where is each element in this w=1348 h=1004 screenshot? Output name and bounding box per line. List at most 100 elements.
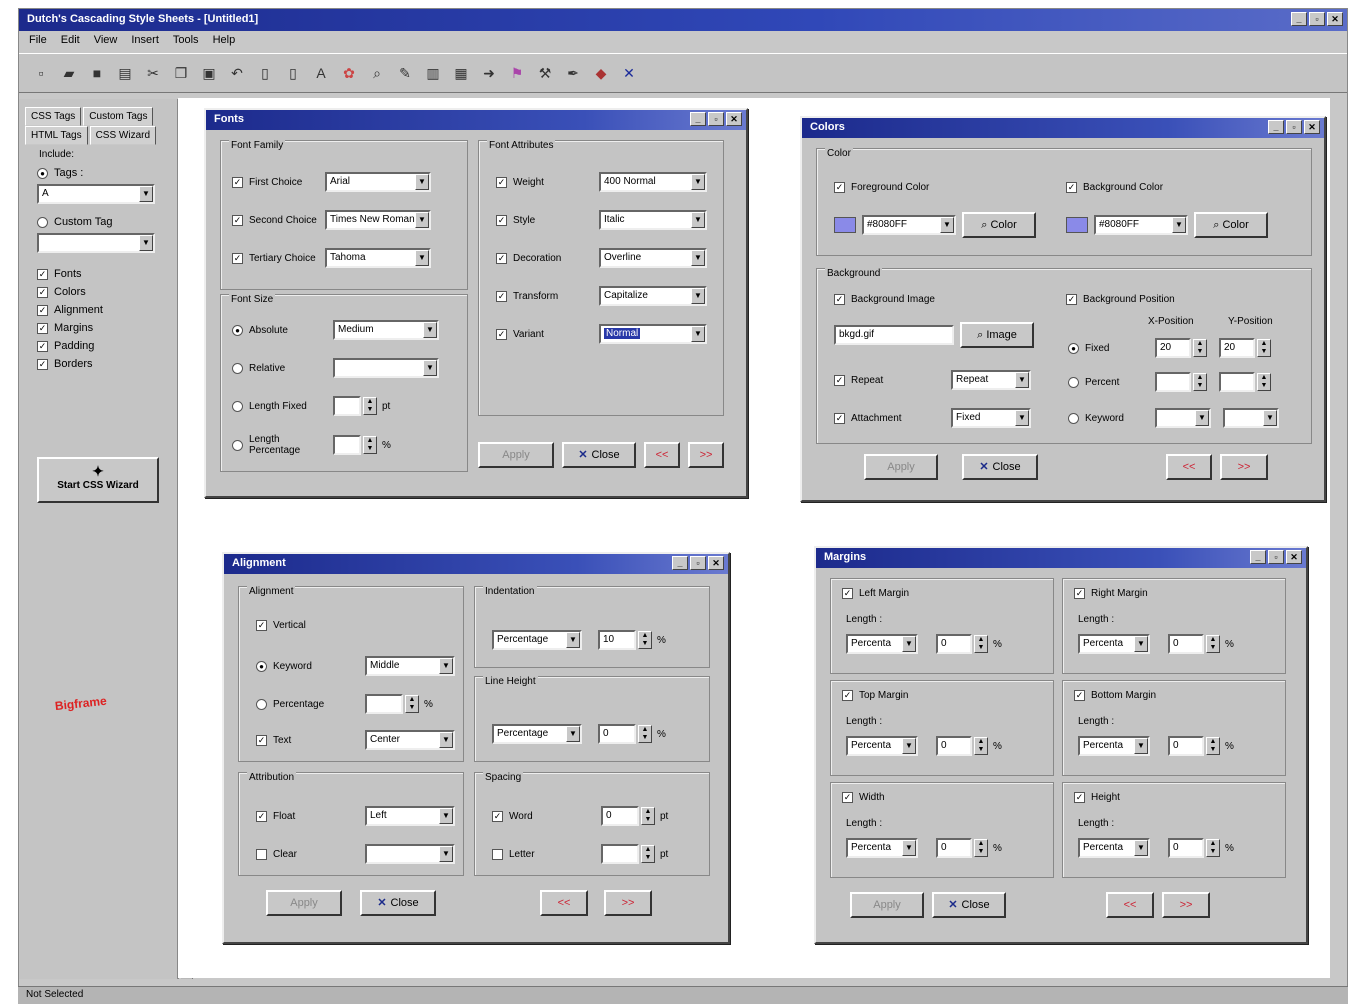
transform-select[interactable]: Capitalize ▼ — [599, 286, 707, 306]
word-checkbox[interactable]: ✓ — [492, 810, 503, 822]
chevron-down-icon[interactable]: ▼ — [1015, 372, 1029, 388]
close-dialog-button[interactable]: ✕ Close — [962, 454, 1038, 480]
spin-up-down-icon[interactable]: ▲ ▼ — [641, 845, 655, 863]
keyword-y-select[interactable]: ▼ — [1223, 408, 1279, 428]
page2-icon[interactable]: ▯ — [283, 63, 303, 83]
pen-icon[interactable]: ✒ — [563, 63, 583, 83]
colors-checkbox[interactable]: ✓ — [37, 286, 48, 298]
chevron-down-icon[interactable]: ▼ — [902, 636, 916, 652]
decoration-select[interactable]: Overline ▼ — [599, 248, 707, 268]
next-button[interactable]: >> — [688, 442, 724, 468]
spin-up-down-icon[interactable]: ▲ ▼ — [638, 631, 652, 649]
keyword-radio[interactable] — [1068, 412, 1079, 424]
transform-checkbox[interactable]: ✓ — [496, 290, 507, 302]
attachment-select[interactable]: Fixed ▼ — [951, 408, 1031, 428]
float-checkbox[interactable]: ✓ — [256, 810, 267, 822]
search-icon[interactable]: ⌕ — [367, 63, 387, 83]
foreground-color-checkbox[interactable]: ✓ — [834, 182, 845, 193]
minimize-button[interactable]: _ — [672, 556, 688, 570]
grid-icon[interactable]: ▦ — [451, 63, 471, 83]
close-dialog-button[interactable]: ✕ Close — [562, 442, 636, 468]
right-margin-input[interactable]: 0 — [1168, 634, 1204, 654]
background-position-checkbox[interactable]: ✓ — [1066, 294, 1077, 305]
chevron-down-icon[interactable]: ▼ — [940, 217, 954, 233]
top-margin-checkbox[interactable]: ✓ — [842, 690, 853, 701]
chevron-down-icon[interactable]: ▼ — [1195, 410, 1209, 426]
next-button[interactable]: >> — [604, 890, 652, 916]
borders-checkbox[interactable]: ✓ — [37, 358, 48, 370]
menu-help[interactable]: Help — [213, 34, 236, 48]
spin-up-down-icon[interactable]: ▲ ▼ — [1193, 339, 1207, 357]
tags-radio[interactable]: ● — [37, 167, 48, 179]
undo-icon[interactable]: ↶ — [227, 63, 247, 83]
maximize-button[interactable]: ▫ — [1268, 550, 1284, 564]
close-dialog-button[interactable]: ✕ Close — [932, 892, 1006, 918]
repeat-checkbox[interactable]: ✓ — [834, 374, 845, 386]
keyword-x-select[interactable]: ▼ — [1155, 408, 1211, 428]
spin-up-down-icon[interactable]: ▲ ▼ — [1257, 373, 1271, 391]
right-margin-type-select[interactable]: Percenta ▼ — [1078, 634, 1150, 654]
minimize-button[interactable]: _ — [1291, 12, 1307, 26]
spin-up-down-icon[interactable]: ▲ ▼ — [974, 737, 988, 755]
chevron-down-icon[interactable]: ▼ — [691, 250, 705, 266]
foreground-color-select[interactable]: #8080FF ▼ — [862, 215, 956, 235]
spin-up-down-icon[interactable]: ▲ ▼ — [405, 695, 419, 713]
chevron-down-icon[interactable]: ▼ — [1172, 217, 1186, 233]
chevron-down-icon[interactable]: ▼ — [1134, 840, 1148, 856]
maximize-button[interactable]: ▫ — [690, 556, 706, 570]
word-spacing-input[interactable]: 0 — [601, 806, 639, 826]
tertiary-choice-checkbox[interactable]: ✓ — [232, 252, 243, 264]
attachment-checkbox[interactable]: ✓ — [834, 412, 845, 424]
chevron-down-icon[interactable]: ▼ — [439, 808, 453, 824]
indentation-type-select[interactable]: Percentage ▼ — [492, 630, 582, 650]
minimize-button[interactable]: _ — [690, 112, 706, 126]
absolute-radio[interactable]: ● — [232, 324, 243, 336]
height-input[interactable]: 0 — [1168, 838, 1204, 858]
image-button[interactable]: ⌕ Image — [960, 322, 1034, 348]
open-icon[interactable]: ▰ — [59, 63, 79, 83]
apply-button[interactable]: Apply — [850, 892, 924, 918]
menu-insert[interactable]: Insert — [131, 34, 159, 48]
close-dialog-button[interactable]: ✕ Close — [360, 890, 436, 916]
second-choice-select[interactable]: Times New Roman ▼ — [325, 210, 431, 230]
text-align-select[interactable]: Center ▼ — [365, 730, 455, 750]
variant-select[interactable]: Normal ▼ — [599, 324, 707, 344]
vertical-checkbox[interactable]: ✓ — [256, 620, 267, 631]
menu-tools[interactable]: Tools — [173, 34, 199, 48]
style-checkbox[interactable]: ✓ — [496, 214, 507, 226]
spin-up-down-icon[interactable]: ▲ ▼ — [1206, 635, 1220, 653]
chevron-down-icon[interactable]: ▼ — [439, 658, 453, 674]
absolute-select[interactable]: Medium ▼ — [333, 320, 439, 340]
length-fixed-input[interactable] — [333, 396, 361, 416]
chevron-down-icon[interactable]: ▼ — [423, 360, 437, 376]
width-type-select[interactable]: Percenta ▼ — [846, 838, 918, 858]
background-image-input[interactable]: bkgd.gif — [834, 325, 954, 345]
width-input[interactable]: 0 — [936, 838, 972, 858]
relative-radio[interactable] — [232, 362, 243, 374]
chevron-down-icon[interactable]: ▼ — [415, 212, 429, 228]
start-css-wizard-button[interactable]: ✦ Start CSS Wizard — [37, 457, 159, 503]
copy-icon[interactable]: ❐ — [171, 63, 191, 83]
previous-button[interactable]: << — [1166, 454, 1212, 480]
apply-button[interactable]: Apply — [478, 442, 554, 468]
chevron-down-icon[interactable]: ▼ — [439, 846, 453, 862]
chevron-down-icon[interactable]: ▼ — [415, 174, 429, 190]
keyword-select[interactable]: Middle ▼ — [365, 656, 455, 676]
text-checkbox[interactable]: ✓ — [256, 734, 267, 746]
spin-up-down-icon[interactable]: ▲ ▼ — [638, 725, 652, 743]
menu-file[interactable]: File — [29, 34, 47, 48]
chevron-down-icon[interactable]: ▼ — [691, 326, 705, 342]
arrow-icon[interactable]: ➜ — [479, 63, 499, 83]
spin-up-down-icon[interactable]: ▲ ▼ — [974, 839, 988, 857]
length-fixed-radio[interactable] — [232, 400, 243, 412]
fixed-x-input[interactable]: 20 — [1155, 338, 1191, 358]
letter-checkbox[interactable] — [492, 848, 503, 860]
tab-css-tags[interactable]: CSS Tags — [25, 107, 82, 126]
left-margin-checkbox[interactable]: ✓ — [842, 588, 853, 599]
brush-icon[interactable]: ✎ — [395, 63, 415, 83]
apply-button[interactable]: Apply — [864, 454, 938, 480]
spin-up-down-icon[interactable]: ▲ ▼ — [363, 436, 377, 454]
custom-tag-radio[interactable] — [37, 216, 48, 228]
percent-x-input[interactable] — [1155, 372, 1191, 392]
weight-select[interactable]: 400 Normal ▼ — [599, 172, 707, 192]
